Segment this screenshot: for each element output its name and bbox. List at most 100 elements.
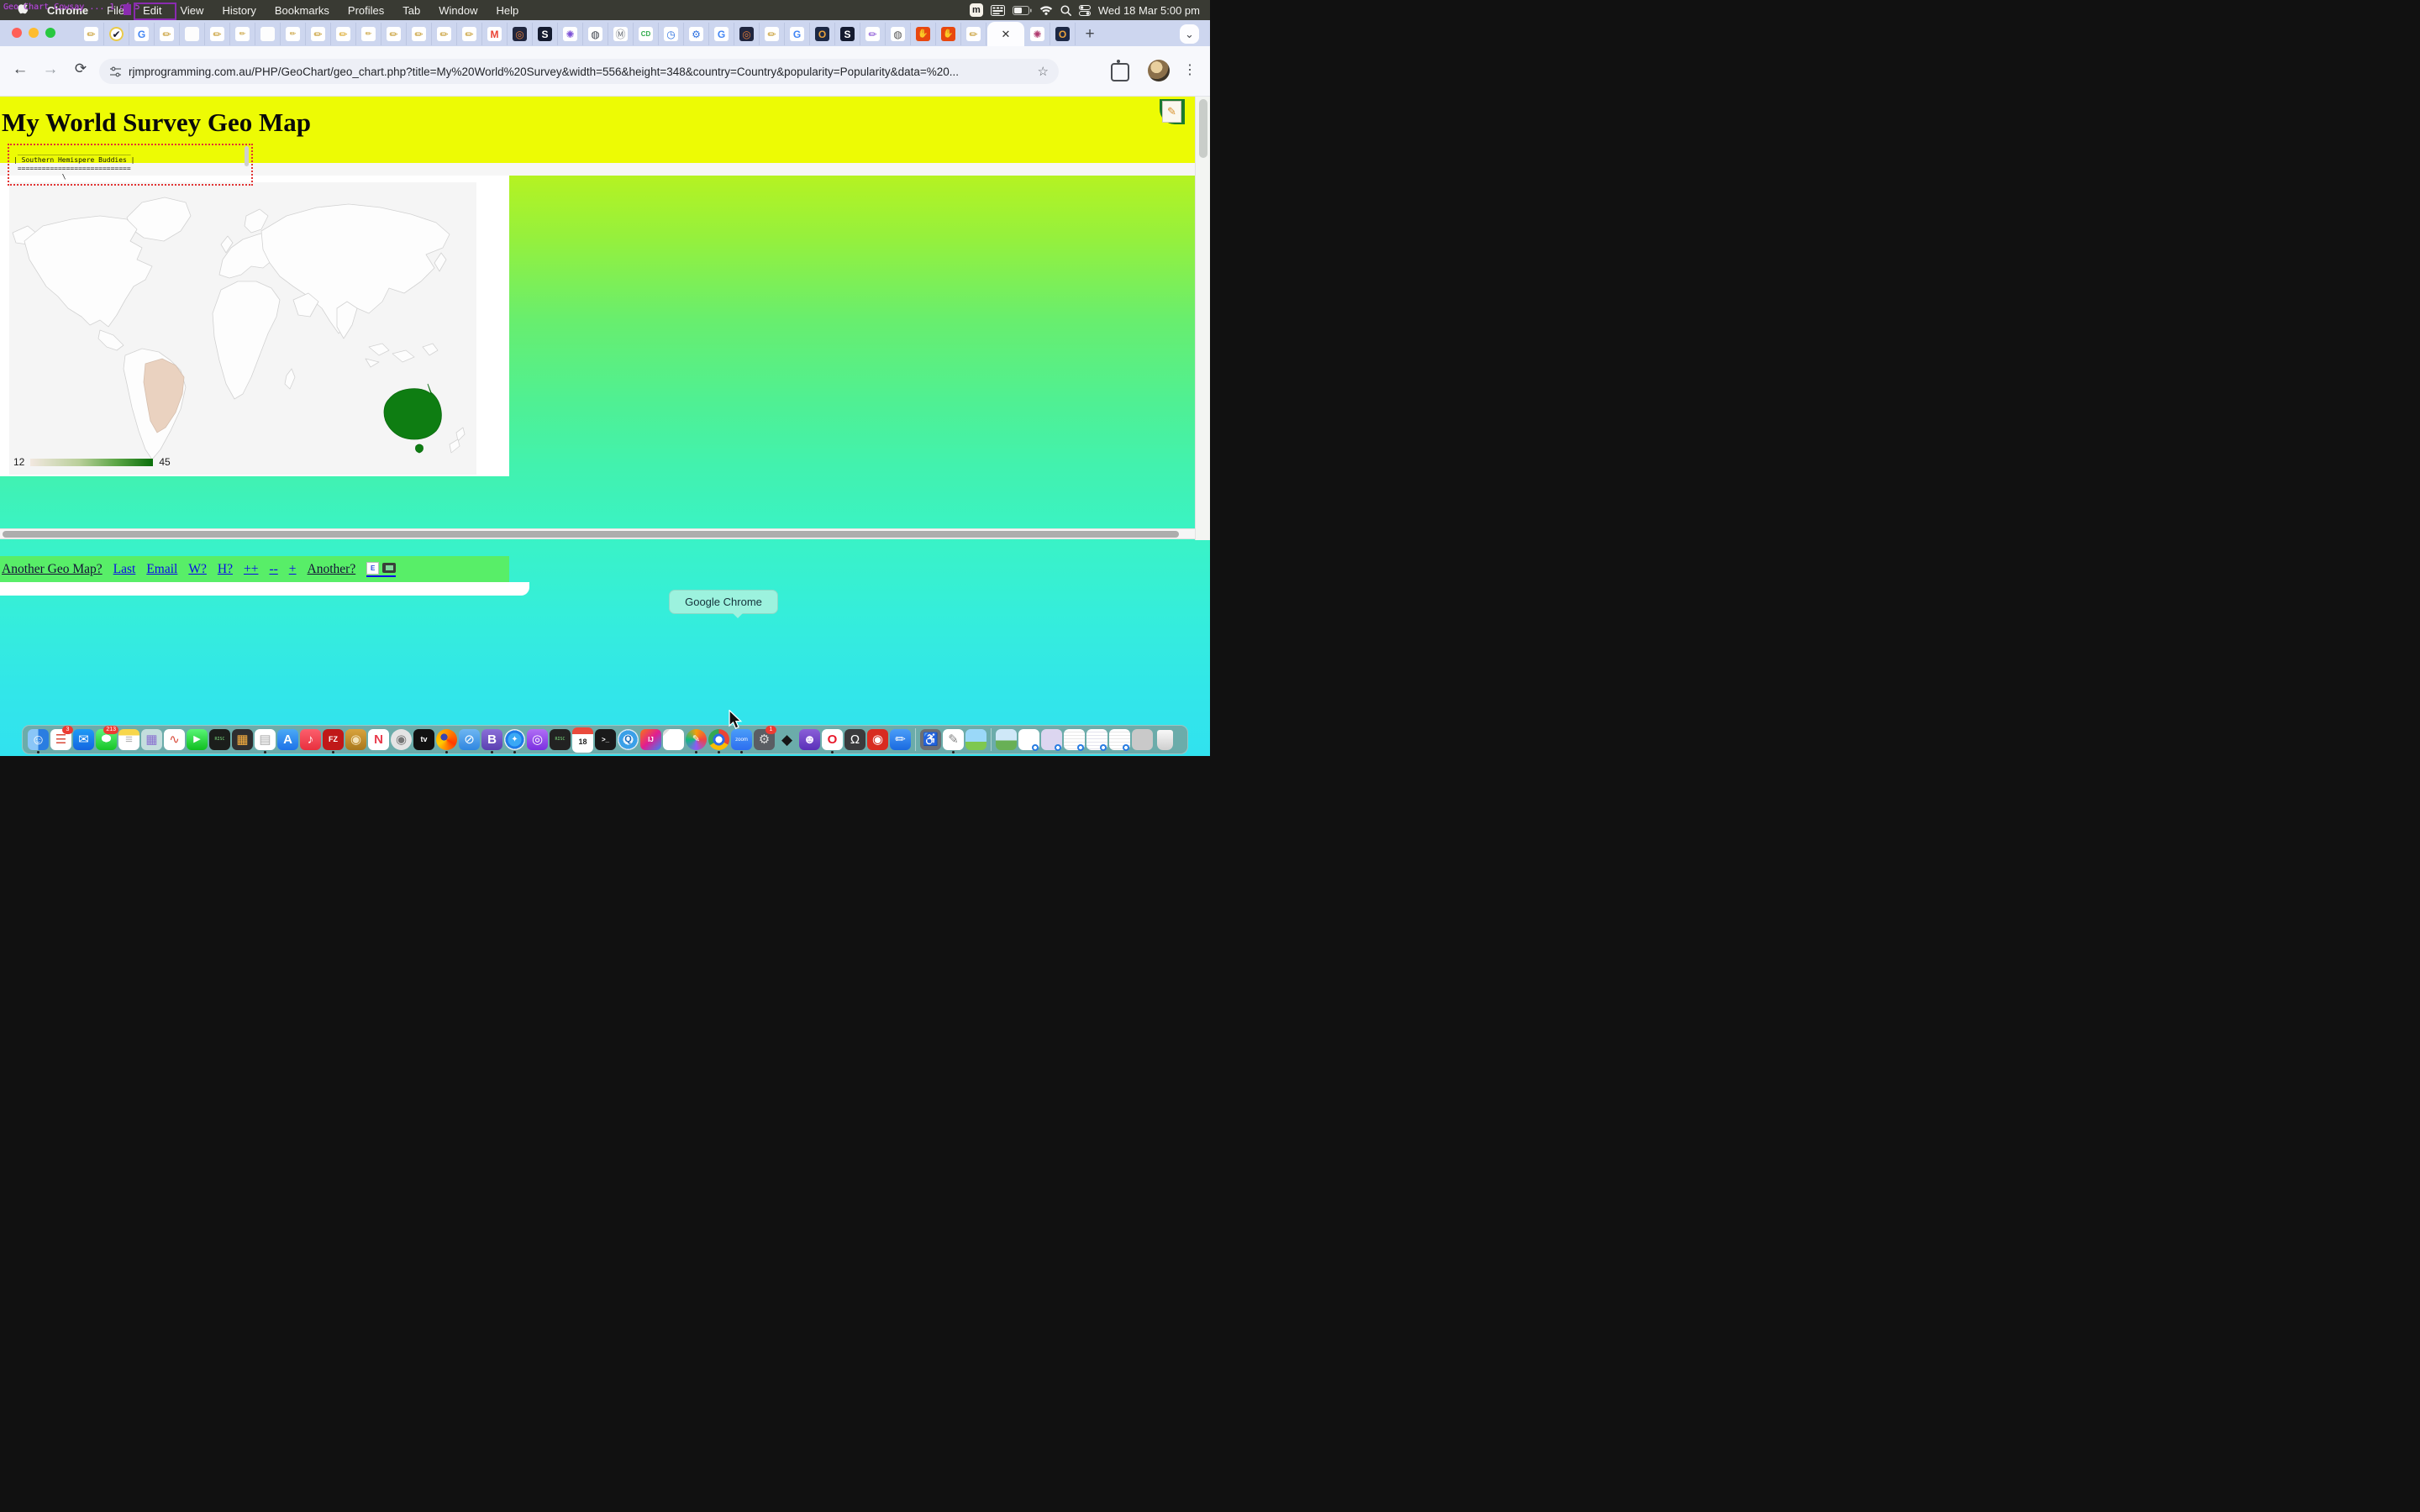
dock-item[interactable]: ♿: [919, 727, 942, 753]
dock-item[interactable]: ⊘: [458, 727, 481, 753]
menu-bar-clock[interactable]: Wed 18 Mar 5:00 pm: [1098, 4, 1200, 17]
profile-avatar[interactable]: [1148, 60, 1170, 81]
dock-window-thumbnail[interactable]: [1086, 727, 1108, 753]
memo-note-icon[interactable]: ✎: [1160, 99, 1185, 124]
pinned-tab[interactable]: ✔: [104, 23, 129, 45]
wifi-icon[interactable]: [1039, 3, 1053, 18]
horizontal-scrollbar-thumb[interactable]: [3, 531, 1179, 538]
dock-window-thumbnail[interactable]: [1108, 727, 1131, 753]
site-settings-icon[interactable]: [109, 66, 122, 78]
dock-window-thumbnail[interactable]: [1040, 727, 1063, 753]
pinned-tab[interactable]: [180, 23, 205, 45]
dock-item[interactable]: ◆: [776, 727, 798, 753]
dock-item[interactable]: [965, 727, 987, 753]
dock-item[interactable]: ▦: [231, 727, 254, 753]
dock-window-thumbnail[interactable]: [1131, 727, 1154, 753]
dock-item[interactable]: O: [821, 727, 844, 753]
menu-item-profiles[interactable]: Profiles: [339, 4, 393, 17]
dock-item[interactable]: N: [367, 727, 390, 753]
region-new-guinea[interactable]: [423, 344, 438, 355]
app-status-icon[interactable]: m: [970, 3, 983, 17]
pinned-tab[interactable]: CD: [634, 23, 659, 45]
dock-item[interactable]: ☻: [798, 727, 821, 753]
pinned-tab[interactable]: ✏: [457, 23, 482, 45]
back-button[interactable]: ←: [8, 60, 32, 79]
pinned-tab[interactable]: [255, 23, 281, 45]
menu-item-history[interactable]: History: [213, 4, 265, 17]
dock-item[interactable]: ▦: [140, 727, 163, 753]
dock-window-thumbnail[interactable]: [1063, 727, 1086, 753]
address-bar[interactable]: rjmprogramming.com.au/PHP/GeoChart/geo_c…: [99, 59, 1059, 84]
pinned-tab[interactable]: ✺: [558, 23, 583, 45]
dock-item[interactable]: FZ: [322, 727, 345, 753]
pinned-tab[interactable]: ✋: [911, 23, 936, 45]
dock-item[interactable]: [662, 727, 685, 753]
region-india[interactable]: [337, 302, 357, 339]
menu-item-tab[interactable]: Tab: [393, 4, 429, 17]
dock-item[interactable]: ✎: [942, 727, 965, 753]
page-link[interactable]: H?: [218, 562, 233, 577]
dock-item[interactable]: [708, 727, 730, 753]
battery-icon[interactable]: [1013, 3, 1032, 18]
dock-item[interactable]: Ω: [844, 727, 866, 753]
cowsay-scrollbar-thumb[interactable]: [245, 146, 249, 166]
url-text[interactable]: rjmprogramming.com.au/PHP/GeoChart/geo_c…: [129, 66, 1028, 78]
dock-item[interactable]: ◉: [390, 727, 413, 753]
dock-item[interactable]: B: [481, 727, 503, 753]
dock-item[interactable]: ✉: [72, 727, 95, 753]
dock-item[interactable]: Q: [617, 727, 639, 753]
dock-item[interactable]: 18: [571, 727, 594, 753]
page-link[interactable]: --: [269, 562, 277, 577]
pinned-tab[interactable]: ✏: [356, 23, 381, 45]
new-tab-button[interactable]: +: [1079, 24, 1101, 45]
region-indonesia-1[interactable]: [369, 344, 389, 355]
dock-item[interactable]: ▤: [254, 727, 276, 753]
dock-item[interactable]: ⚙ 1: [753, 727, 776, 753]
pinned-tab[interactable]: ✏: [79, 23, 104, 45]
dock-item[interactable]: >_: [594, 727, 617, 753]
minimize-window-button[interactable]: [29, 28, 39, 38]
pinned-tab[interactable]: G: [709, 23, 734, 45]
pinned-tab[interactable]: S: [533, 23, 558, 45]
close-window-button[interactable]: [12, 28, 22, 38]
dock-item[interactable]: ✏: [889, 727, 912, 753]
pinned-tab[interactable]: G: [129, 23, 155, 45]
email-image-link[interactable]: E: [366, 562, 396, 577]
dock-item[interactable]: ◉: [866, 727, 889, 753]
region-indonesia-3[interactable]: [366, 359, 379, 367]
bookmark-star-icon[interactable]: ☆: [1038, 64, 1049, 79]
region-australia[interactable]: [384, 384, 441, 439]
pinned-tab[interactable]: ✏: [961, 23, 986, 45]
dock-item[interactable]: [435, 727, 458, 753]
dock-item[interactable]: IJ: [639, 727, 662, 753]
dock-item[interactable]: ≡: [118, 727, 140, 753]
pinned-tab[interactable]: ◍: [886, 23, 911, 45]
region-japan[interactable]: [434, 253, 446, 271]
dock-window-thumbnail[interactable]: [1154, 727, 1176, 753]
dock-item[interactable]: A: [276, 727, 299, 753]
page-link[interactable]: Email: [146, 562, 177, 577]
region-north-america[interactable]: [24, 216, 152, 327]
region-central-america[interactable]: [98, 330, 124, 350]
region-madagascar[interactable]: [285, 369, 295, 389]
dock-item[interactable]: RISC: [208, 727, 231, 753]
pinned-tab[interactable]: ✏: [230, 23, 255, 45]
dock-window-thumbnail[interactable]: [995, 727, 1018, 753]
page-link[interactable]: ++: [244, 562, 258, 577]
search-icon[interactable]: [1060, 3, 1071, 18]
pinned-tab[interactable]: ◍: [583, 23, 608, 45]
pinned-tab[interactable]: ◎: [508, 23, 533, 45]
page-link[interactable]: Last: [113, 562, 136, 577]
pinned-tab[interactable]: ✏: [760, 23, 785, 45]
vertical-scrollbar[interactable]: [1195, 96, 1210, 540]
pinned-tab[interactable]: ✏: [407, 23, 432, 45]
dock-item[interactable]: ∿: [163, 727, 186, 753]
dock-item[interactable]: ◉: [345, 727, 367, 753]
reload-button[interactable]: ⟳: [69, 60, 92, 77]
dock-item[interactable]: ◎: [526, 727, 549, 753]
pinned-tab[interactable]: O: [1050, 23, 1076, 45]
region-greenland[interactable]: [127, 197, 191, 241]
region-africa[interactable]: [213, 281, 280, 399]
region-new-zealand-south[interactable]: [450, 439, 460, 453]
pinned-tab[interactable]: Ⓜ: [608, 23, 634, 45]
